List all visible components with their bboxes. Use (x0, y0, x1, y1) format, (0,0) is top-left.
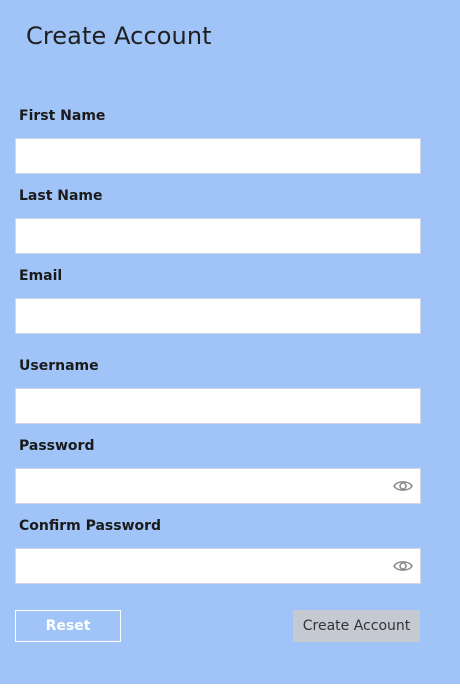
password-field[interactable] (15, 468, 421, 504)
bottom-divider (0, 684, 460, 688)
username-field[interactable] (15, 388, 421, 424)
last-name-label: Last Name (19, 188, 103, 204)
first-name-field[interactable] (15, 138, 421, 174)
email-label: Email (19, 268, 63, 284)
username-label: Username (19, 358, 99, 374)
first-name-label: First Name (19, 108, 106, 124)
confirm-password-field[interactable] (15, 548, 421, 584)
confirm-password-reveal-eye-icon[interactable] (391, 554, 415, 578)
email-field[interactable] (15, 298, 421, 334)
page-title: Create Account (26, 22, 212, 50)
reset-button[interactable]: Reset (15, 610, 121, 642)
eye-icon (393, 481, 413, 491)
create-account-button[interactable]: Create Account (293, 610, 420, 642)
password-label: Password (19, 438, 95, 454)
last-name-field[interactable] (15, 218, 421, 254)
confirm-password-label: Confirm Password (19, 518, 162, 534)
password-reveal-eye-icon[interactable] (391, 474, 415, 498)
eye-icon (393, 561, 413, 571)
